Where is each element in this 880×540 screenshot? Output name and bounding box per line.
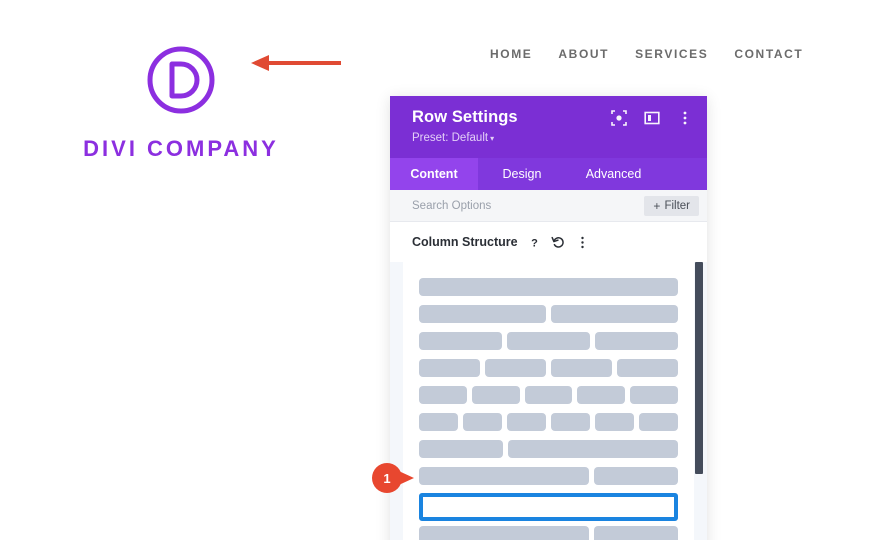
column-structure-list (403, 262, 694, 540)
search-bar: + Filter (390, 190, 707, 222)
layout-column (524, 386, 573, 404)
more-options-icon[interactable] (677, 110, 693, 126)
chevron-down-icon: ▾ (490, 134, 495, 143)
row-settings-panel: Row Settings Preset: Default ▾ Content D… (390, 96, 707, 540)
layout-twothird-third-b[interactable] (419, 526, 678, 540)
screenshot-root: DIVI COMPANY HOME ABOUT SERVICES CONTACT… (0, 0, 880, 540)
scrollbar-thumb[interactable] (695, 262, 703, 474)
layout-column (419, 278, 678, 296)
layout-2-column[interactable] (419, 305, 678, 323)
layout-column (419, 413, 458, 431)
nav-item-about[interactable]: ABOUT (558, 47, 609, 61)
layout-twothird-third[interactable] (419, 467, 678, 485)
layout-column (425, 499, 505, 513)
step-marker-1: 1 (372, 463, 420, 493)
layout-column (419, 526, 590, 540)
preset-label: Preset: Default (412, 132, 489, 144)
layout-column (594, 467, 678, 485)
section-more-icon[interactable] (575, 235, 590, 250)
layout-third-twothird[interactable] (419, 440, 678, 458)
options-scrollbar[interactable] (695, 262, 703, 540)
marker-number: 1 (383, 470, 391, 486)
layout-column (419, 467, 590, 485)
layout-column (550, 413, 590, 431)
reset-icon[interactable] (551, 235, 566, 250)
layout-column (630, 386, 678, 404)
divi-d-logo-icon (147, 46, 215, 114)
filter-button[interactable]: + Filter (644, 195, 699, 216)
nav-item-services[interactable]: SERVICES (635, 47, 708, 61)
layout-1-column[interactable] (419, 278, 678, 296)
section-title: Column Structure (412, 235, 518, 249)
tab-content[interactable]: Content (390, 158, 478, 190)
layout-column (485, 359, 546, 377)
layout-column (419, 440, 503, 458)
layout-column (551, 305, 678, 323)
layout-3-column[interactable] (419, 332, 678, 350)
layout-column (419, 386, 467, 404)
layout-column (594, 332, 678, 350)
plus-icon: + (653, 198, 661, 213)
panel-header-icons (611, 110, 693, 126)
panel-tabs: Content Design Advanced (390, 158, 707, 190)
nav-item-home[interactable]: HOME (490, 47, 532, 61)
layout-column (419, 305, 546, 323)
layout-column (577, 386, 626, 404)
layout-column (551, 359, 612, 377)
layout-column (462, 413, 502, 431)
focus-view-icon[interactable] (611, 110, 627, 126)
main-navigation: HOME ABOUT SERVICES CONTACT (490, 47, 803, 61)
nav-item-contact[interactable]: CONTACT (734, 47, 803, 61)
layout-6-column[interactable] (419, 413, 678, 431)
layout-column (419, 332, 502, 350)
panel-header: Row Settings Preset: Default ▾ (390, 96, 707, 158)
layout-4-column[interactable] (419, 359, 678, 377)
filter-button-label: Filter (664, 199, 690, 212)
help-icon[interactable]: ? (527, 235, 542, 250)
left-arrow-icon (251, 55, 341, 71)
site-logo-text: DIVI COMPANY (83, 136, 279, 161)
preset-selector[interactable]: Preset: Default ▾ (412, 132, 691, 144)
layout-third-twothird-selected[interactable] (419, 493, 678, 521)
layout-5-column[interactable] (419, 386, 678, 404)
column-structure-area (390, 262, 707, 540)
layout-column (471, 386, 520, 404)
layout-column (506, 413, 546, 431)
svg-text:?: ? (531, 237, 538, 249)
layout-column (419, 359, 480, 377)
search-input[interactable] (412, 199, 645, 212)
panel-layout-icon[interactable] (644, 110, 660, 126)
layout-column (506, 332, 590, 350)
layout-column (638, 413, 678, 431)
layout-column (507, 499, 670, 513)
tab-design[interactable]: Design (478, 158, 566, 190)
layout-column (507, 440, 678, 458)
column-structure-section-header: Column Structure ? (390, 222, 707, 262)
layout-column (594, 526, 678, 540)
tab-advanced[interactable]: Advanced (566, 158, 661, 190)
layout-column (617, 359, 678, 377)
layout-column (594, 413, 634, 431)
